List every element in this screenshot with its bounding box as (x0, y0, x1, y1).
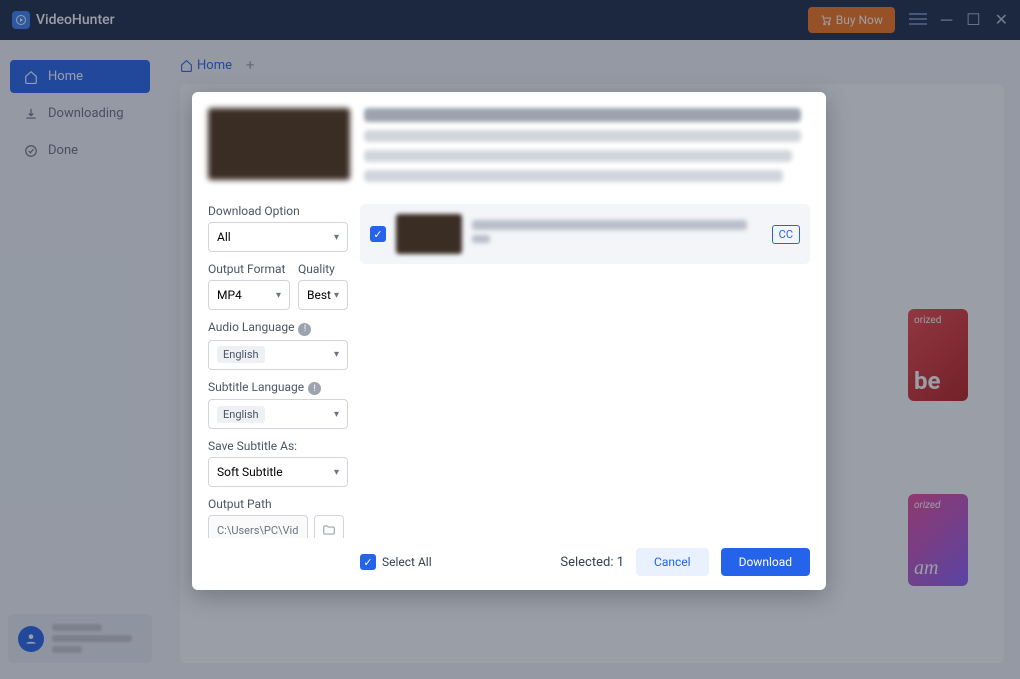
chevron-down-icon: ▾ (334, 349, 339, 360)
download-modal: Download Option All ▾ Output Format Qual… (192, 92, 826, 590)
subtitle-language-label: Subtitle Language! (208, 380, 348, 396)
quality-select[interactable]: Best ▾ (298, 280, 348, 310)
download-option-select[interactable]: All ▾ (208, 222, 348, 252)
save-subtitle-label: Save Subtitle As: (208, 439, 348, 453)
output-path-input[interactable] (208, 515, 308, 538)
cc-badge[interactable]: CC (772, 225, 800, 244)
output-format-select[interactable]: MP4 ▾ (208, 280, 290, 310)
selected-count: Selected: 1 (560, 555, 624, 570)
select-all-checkbox[interactable]: ✓ (360, 554, 376, 570)
save-subtitle-select[interactable]: Soft Subtitle ▾ (208, 457, 348, 487)
download-button[interactable]: Download (721, 548, 810, 576)
result-item[interactable]: ✓ CC (360, 204, 810, 264)
results-panel: ✓ CC (360, 204, 810, 538)
video-meta (364, 108, 810, 190)
quality-label: Quality (298, 262, 348, 276)
output-path-label: Output Path (208, 497, 348, 511)
result-thumbnail (396, 214, 462, 254)
chevron-down-icon: ▾ (334, 467, 339, 478)
audio-language-label: Audio Language! (208, 320, 348, 336)
chevron-down-icon: ▾ (334, 409, 339, 420)
subtitle-language-select[interactable]: English ▾ (208, 399, 348, 429)
modal-header (208, 108, 810, 190)
chevron-down-icon: ▾ (334, 232, 339, 243)
audio-language-select[interactable]: English ▾ (208, 340, 348, 370)
chevron-down-icon: ▾ (276, 290, 281, 301)
folder-icon (322, 523, 336, 537)
browse-folder-button[interactable] (314, 515, 344, 538)
output-format-label: Output Format (208, 262, 290, 276)
options-panel: Download Option All ▾ Output Format Qual… (208, 204, 348, 538)
video-thumbnail (208, 108, 350, 180)
modal-footer: ✓ Select All Selected: 1 Cancel Download (208, 538, 810, 576)
result-meta (472, 220, 762, 248)
chevron-down-icon: ▾ (334, 290, 339, 301)
result-checkbox[interactable]: ✓ (370, 226, 386, 242)
info-icon[interactable]: ! (308, 382, 321, 395)
download-option-label: Download Option (208, 204, 348, 218)
select-all-control[interactable]: ✓ Select All (360, 554, 432, 570)
info-icon[interactable]: ! (298, 323, 311, 336)
cancel-button[interactable]: Cancel (636, 548, 709, 576)
